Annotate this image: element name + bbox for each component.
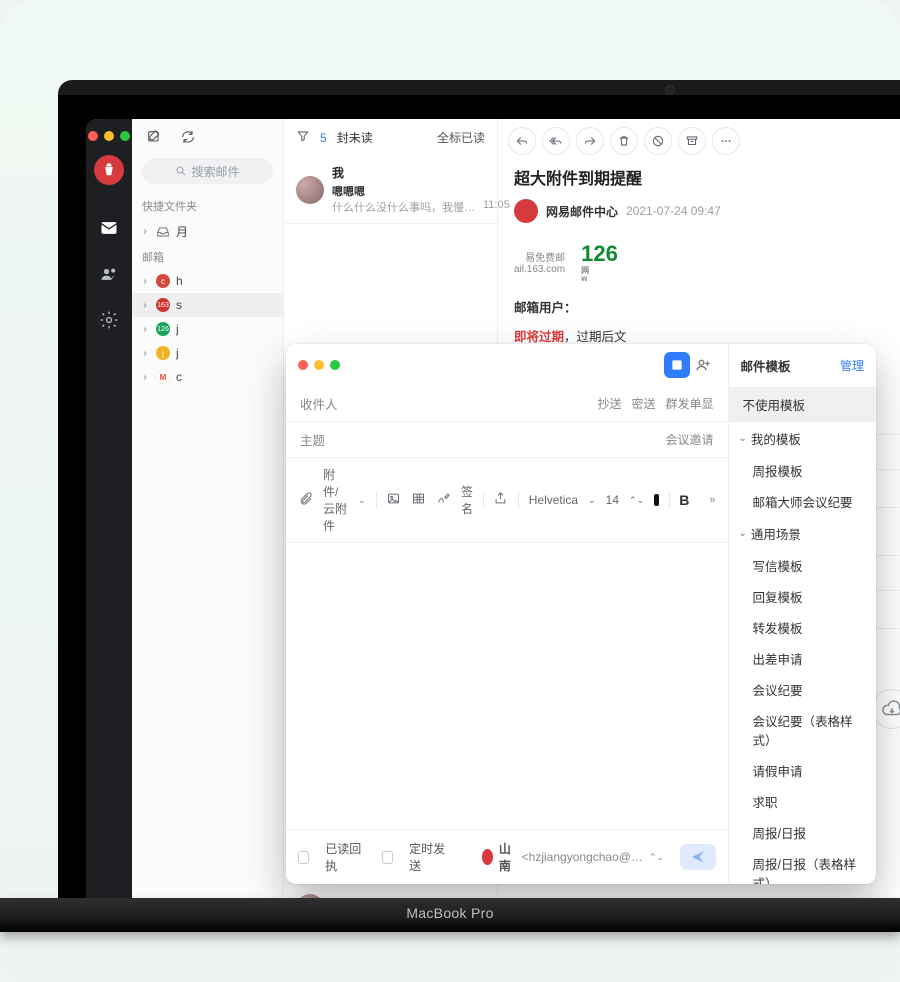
- search-placeholder: 搜索邮件: [191, 163, 239, 180]
- image-icon[interactable]: [386, 491, 401, 509]
- send-button[interactable]: [680, 844, 715, 870]
- settings-icon[interactable]: [98, 309, 120, 331]
- add-contact-icon[interactable]: [690, 352, 716, 378]
- template-item[interactable]: 出差申请: [729, 643, 877, 674]
- color-swatch[interactable]: [654, 494, 659, 506]
- signature-icon[interactable]: [436, 491, 451, 509]
- account-item-2[interactable]: ›126j: [132, 317, 283, 341]
- attach-icon[interactable]: [298, 491, 313, 509]
- inbox-icon: [156, 225, 170, 239]
- template-tab-icon[interactable]: [664, 352, 690, 378]
- compose-traffic-lights[interactable]: [298, 360, 340, 370]
- spam-icon[interactable]: [644, 127, 672, 155]
- template-item[interactable]: 周报/日报（表格样式）: [729, 848, 877, 884]
- template-item[interactable]: 转发模板: [729, 612, 877, 643]
- template-item[interactable]: 求职: [729, 786, 877, 817]
- sender-name: 网易邮件中心: [546, 203, 618, 220]
- accounts-header: 邮箱: [132, 245, 283, 269]
- cloud-download-icon[interactable]: [872, 689, 900, 729]
- forward-icon[interactable]: [576, 127, 604, 155]
- from-account[interactable]: 山南 <hzjiangyongchao@… ⌃⌄: [482, 840, 664, 874]
- signature-label[interactable]: 签名: [461, 483, 473, 517]
- to-field[interactable]: 收件人 抄送 密送 群发单显: [286, 386, 728, 422]
- template-group-my[interactable]: ⌄我的模板: [729, 422, 877, 455]
- logo-126: 126网w: [581, 241, 618, 283]
- reader-toolbar: [498, 119, 900, 163]
- template-item[interactable]: 会议纪要: [729, 674, 877, 705]
- quick-folders-header: 快捷文件夹: [132, 194, 283, 218]
- template-item[interactable]: 会议纪要（表格样式）: [729, 705, 877, 755]
- share-icon[interactable]: [493, 491, 508, 509]
- template-item[interactable]: 回复模板: [729, 581, 877, 612]
- delete-icon[interactable]: [610, 127, 638, 155]
- template-none[interactable]: 不使用模板: [729, 387, 877, 422]
- account-item-3[interactable]: ›jj: [132, 341, 283, 365]
- unread-label: 封未读: [337, 129, 373, 146]
- compose-icon[interactable]: [146, 129, 162, 148]
- nav-rail: [86, 119, 132, 932]
- contacts-icon[interactable]: [98, 263, 120, 285]
- avatar: [296, 176, 324, 204]
- refresh-icon[interactable]: [180, 129, 196, 148]
- font-name[interactable]: Helvetica: [529, 493, 578, 507]
- template-group-common[interactable]: ⌄通用场景: [729, 517, 877, 550]
- subject-field[interactable]: 主题 会议邀请: [286, 422, 728, 458]
- chevron-down-icon[interactable]: ⌄: [358, 495, 366, 506]
- account-item-1[interactable]: ›163s: [132, 293, 283, 317]
- sender-avatar: [514, 199, 538, 223]
- overflow-icon[interactable]: »: [709, 494, 715, 506]
- reply-icon[interactable]: [508, 127, 536, 155]
- attach-label[interactable]: 附件/云附件: [323, 466, 348, 534]
- sidebar: 搜索邮件 快捷文件夹 › 月 邮箱 ›ch ›163s ›126j ›jj ›M…: [132, 119, 284, 932]
- mail-icon[interactable]: [98, 217, 120, 239]
- search-input[interactable]: 搜索邮件: [142, 158, 273, 184]
- reply-all-icon[interactable]: [542, 127, 570, 155]
- quick-folder-item[interactable]: › 月: [132, 218, 283, 245]
- template-item[interactable]: 周报模板: [729, 455, 877, 486]
- unread-count: 5: [320, 131, 327, 145]
- account-avatar[interactable]: [94, 155, 124, 185]
- template-item[interactable]: 邮箱大师会议纪要: [729, 486, 877, 517]
- sent-time: 2021-07-24 09:47: [626, 204, 721, 218]
- mail-subject: 超大附件到期提醒: [498, 163, 900, 199]
- compose-toolbar: 附件/云附件 ⌄ 签名 Helvetica ⌄ 14 ⌃⌄: [286, 458, 728, 543]
- read-receipt-checkbox[interactable]: [298, 851, 309, 864]
- message-item[interactable]: 我 嗯嗯嗯 什么什么没什么事吗，我慢…11:05: [284, 156, 497, 224]
- account-item-0[interactable]: ›ch: [132, 269, 283, 293]
- bold-button[interactable]: B: [679, 492, 689, 508]
- account-item-4[interactable]: ›Mc: [132, 365, 283, 389]
- mail-app-window: 搜索邮件 快捷文件夹 › 月 邮箱 ›ch ›163s ›126j ›jj ›M…: [86, 119, 900, 932]
- manage-templates[interactable]: 管理: [840, 357, 864, 374]
- compose-window: 收件人 抄送 密送 群发单显 主题 会议邀请 附件/云附件 ⌄: [286, 344, 876, 884]
- archive-icon[interactable]: [678, 127, 706, 155]
- laptop-label: MacBook Pro: [0, 898, 900, 928]
- template-item[interactable]: 请假申请: [729, 755, 877, 786]
- more-icon[interactable]: [712, 127, 740, 155]
- compose-body[interactable]: [286, 543, 728, 829]
- template-item[interactable]: 写信模板: [729, 550, 877, 581]
- template-panel: 邮件模板管理 不使用模板 ⌄我的模板 周报模板 邮箱大师会议纪要 ⌄通用场景 写…: [728, 344, 877, 884]
- window-traffic-lights[interactable]: [88, 125, 130, 155]
- filter-icon[interactable]: [296, 129, 310, 146]
- scheduled-checkbox[interactable]: [382, 851, 393, 864]
- mark-all-read[interactable]: 全标已读: [437, 129, 485, 146]
- table-icon[interactable]: [411, 491, 426, 509]
- font-size[interactable]: 14: [606, 493, 619, 507]
- template-item[interactable]: 周报/日报: [729, 817, 877, 848]
